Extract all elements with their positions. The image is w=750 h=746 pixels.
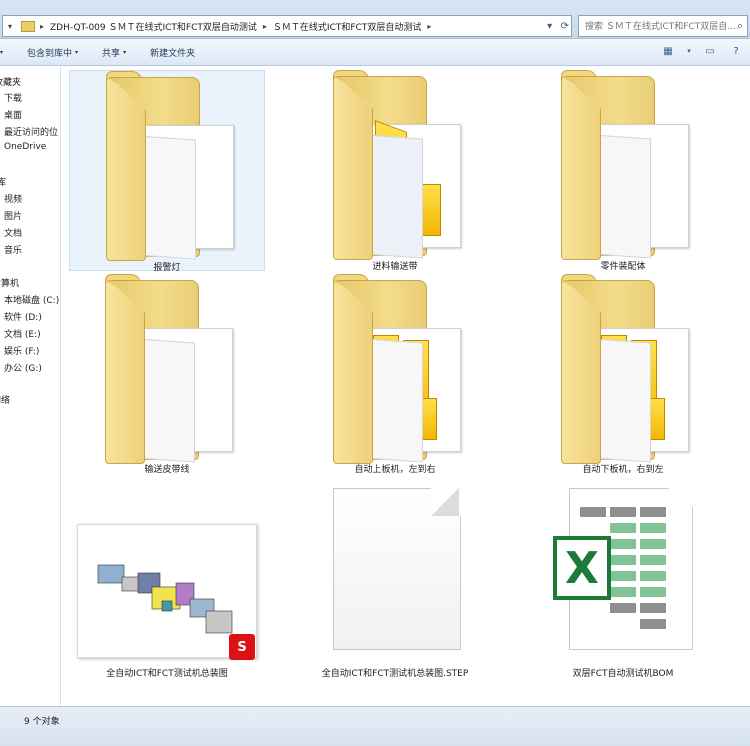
breadcrumb-item[interactable]: ZDH-QT-009 ＳＭＴ在线式ICT和FCT双层自动测试 bbox=[45, 20, 262, 33]
item-count: 9 个对象 bbox=[24, 717, 60, 727]
breadcrumb-item[interactable]: ＳＭＴ在线式ICT和FCT双层自动测试 bbox=[268, 20, 426, 33]
file-item-folder[interactable]: 报警灯 bbox=[69, 70, 265, 273]
folder-icon bbox=[21, 20, 35, 32]
solidworks-icon: S bbox=[229, 634, 255, 660]
file-name: 进料输送带 bbox=[372, 262, 418, 272]
file-name: 全自动ICT和FCT测试机总装图.STEP bbox=[321, 669, 469, 679]
dropdown-arrow-icon[interactable]: ▾ bbox=[686, 43, 692, 59]
address-actions: ▾ ⟳ bbox=[543, 15, 573, 37]
file-item-folder[interactable]: 零件装配体 bbox=[525, 70, 721, 272]
search-icon[interactable]: ⌕ bbox=[737, 19, 743, 33]
share-button[interactable]: 共享 ▾ bbox=[90, 46, 138, 59]
folder-icon bbox=[541, 70, 689, 261]
folder-icon bbox=[85, 274, 233, 465]
nav-item-documents[interactable]: 文档 bbox=[4, 226, 22, 239]
file-item-folder[interactable]: 自动下板机，右到左 bbox=[525, 274, 721, 475]
file-name: 零件装配体 bbox=[600, 262, 646, 272]
dropdown-arrow-icon: ▾ bbox=[123, 48, 127, 56]
folder-icon bbox=[86, 71, 234, 262]
dropdown-arrow-icon: ▾ bbox=[0, 48, 4, 56]
file-name: 输送皮带线 bbox=[144, 465, 190, 475]
nav-item-drive-e[interactable]: 文档 (E:) bbox=[4, 327, 41, 340]
chevron-right-icon[interactable]: ▸ bbox=[426, 22, 432, 31]
file-list: 报警灯 进料输送带 零件装配体 输送皮带线 自动上板机，左到右 自动下板机，右到… bbox=[61, 66, 750, 706]
include-in-library-button[interactable]: 包含到库中 ▾ bbox=[15, 46, 90, 59]
view-controls: ▦ ▾ ▭ ? bbox=[660, 43, 744, 59]
file-name: 自动上板机，左到右 bbox=[354, 465, 436, 475]
file-name: 全自动ICT和FCT测试机总装图 bbox=[106, 669, 228, 679]
excel-icon: X bbox=[553, 536, 611, 600]
nav-favorites[interactable]: 收藏夹 bbox=[0, 75, 21, 88]
nav-item-videos[interactable]: 视频 bbox=[4, 192, 22, 205]
file-item-folder[interactable]: 进料输送带 bbox=[297, 70, 493, 272]
history-dropdown-icon[interactable]: ▾ bbox=[3, 16, 17, 36]
organize-dropdown[interactable]: ▾ bbox=[0, 49, 15, 56]
nav-item-onedrive[interactable]: OneDrive bbox=[4, 142, 46, 152]
folder-icon bbox=[313, 70, 461, 261]
nav-item-downloads[interactable]: 下载 bbox=[4, 91, 22, 104]
nav-item-music[interactable]: 音乐 bbox=[4, 243, 22, 256]
file-name: 自动下板机，右到左 bbox=[582, 465, 664, 475]
folder-icon bbox=[541, 274, 689, 465]
navigation-pane: 收藏夹 下载 桌面 最近访问的位 OneDrive 库 视频 图片 文档 音乐 … bbox=[0, 66, 61, 706]
search-input[interactable] bbox=[579, 16, 737, 38]
new-folder-button[interactable]: 新建文件夹 bbox=[138, 46, 207, 59]
folder-icon bbox=[313, 274, 461, 465]
nav-item-pictures[interactable]: 图片 bbox=[4, 209, 22, 222]
file-item-excel[interactable]: X 双层FCT自动测试机BOM bbox=[525, 480, 721, 680]
nav-item-recent[interactable]: 最近访问的位 bbox=[4, 125, 58, 138]
dropdown-arrow-icon[interactable]: ▾ bbox=[547, 21, 552, 32]
nav-computer[interactable]: 计算机 bbox=[0, 276, 19, 289]
file-item-step[interactable]: 全自动ICT和FCT测试机总装图.STEP bbox=[297, 480, 493, 680]
status-bar: 9 个对象 bbox=[0, 706, 750, 746]
address-bar[interactable]: ▾ ▸ ZDH-QT-009 ＳＭＴ在线式ICT和FCT双层自动测试 ▸ ＳＭＴ… bbox=[2, 15, 572, 37]
new-folder-label: 新建文件夹 bbox=[150, 48, 196, 59]
nav-item-desktop[interactable]: 桌面 bbox=[4, 108, 22, 121]
file-item-folder[interactable]: 自动上板机，左到右 bbox=[297, 274, 493, 475]
dropdown-arrow-icon: ▾ bbox=[75, 48, 79, 56]
preview-pane-icon[interactable]: ▭ bbox=[702, 43, 718, 59]
page-fold bbox=[431, 488, 459, 516]
file-item-folder[interactable]: 输送皮带线 bbox=[69, 274, 265, 475]
address-bar-area: ▾ ▸ ZDH-QT-009 ＳＭＴ在线式ICT和FCT双层自动测试 ▸ ＳＭＴ… bbox=[0, 0, 750, 39]
command-bar: ▾ 包含到库中 ▾ 共享 ▾ 新建文件夹 ▦ ▾ ▭ ? bbox=[0, 39, 750, 66]
file-name: 双层FCT自动测试机BOM bbox=[572, 669, 674, 679]
view-options-icon[interactable]: ▦ bbox=[660, 43, 676, 59]
file-item-solidworks[interactable]: S 全自动ICT和FCT测试机总装图 bbox=[69, 480, 265, 680]
share-label: 共享 bbox=[102, 48, 121, 59]
nav-libraries[interactable]: 库 bbox=[0, 175, 6, 188]
nav-item-drive-c[interactable]: 本地磁盘 (C:) bbox=[4, 293, 59, 306]
nav-network[interactable]: 网络 bbox=[0, 393, 10, 406]
refresh-icon[interactable]: ⟳ bbox=[560, 21, 568, 32]
help-icon[interactable]: ? bbox=[728, 43, 744, 59]
nav-item-drive-f[interactable]: 娱乐 (F:) bbox=[4, 344, 39, 357]
nav-item-drive-g[interactable]: 办公 (G:) bbox=[4, 361, 42, 374]
include-in-library-label: 包含到库中 bbox=[27, 48, 73, 59]
search-box[interactable]: ⌕ bbox=[578, 15, 748, 38]
nav-item-drive-d[interactable]: 软件 (D:) bbox=[4, 310, 42, 323]
file-name: 报警灯 bbox=[153, 263, 181, 273]
